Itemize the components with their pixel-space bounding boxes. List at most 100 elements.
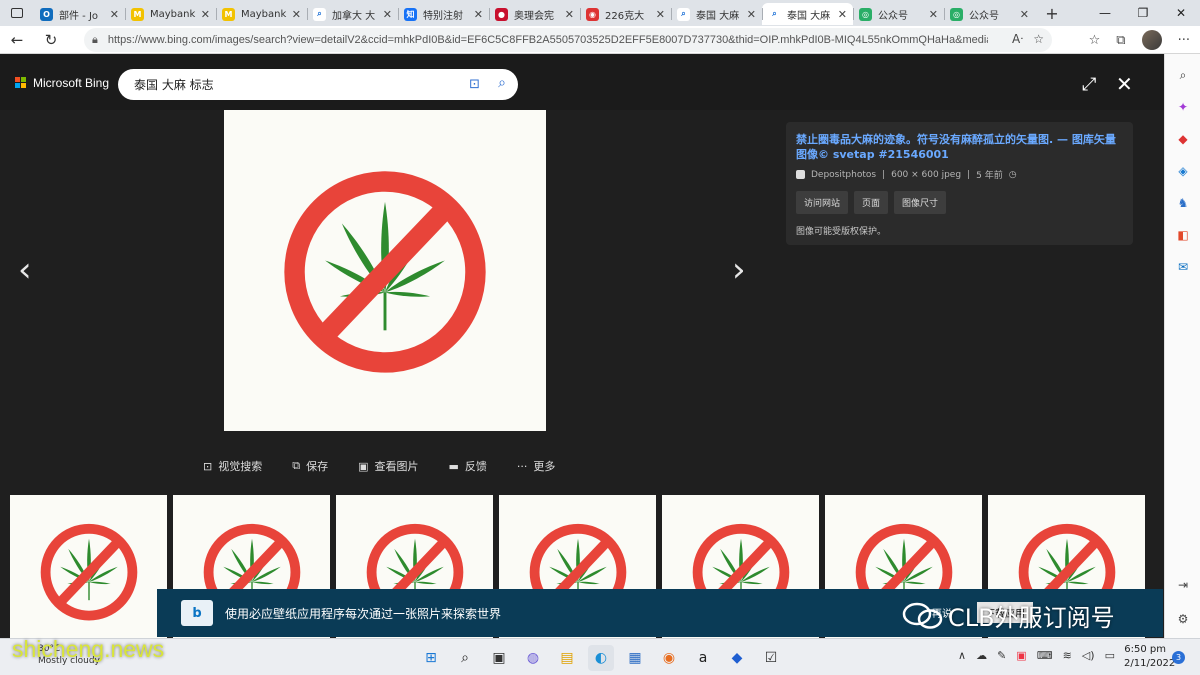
tab-close-icon[interactable]: ✕	[474, 8, 483, 21]
browser-tab[interactable]: ⌕ 加拿大 大 ✕	[307, 3, 398, 25]
volume-icon[interactable]: ◁)	[1082, 649, 1095, 662]
browser-tab[interactable]: 知特别注射 ✕	[398, 3, 489, 25]
view-image-icon: ▣	[358, 459, 369, 473]
sidebar-settings-icon[interactable]: ⚙	[1174, 610, 1192, 628]
start-icon[interactable]: ⊞	[418, 645, 444, 671]
restore-icon[interactable]: ❐	[1124, 0, 1162, 26]
url-text: https://www.bing.com/images/search?view=…	[107, 34, 988, 46]
sidebar-outlook-icon[interactable]: ✉	[1174, 258, 1192, 276]
tab-close-icon[interactable]: ✕	[656, 8, 665, 21]
favorite-star-icon[interactable]: ☆	[1033, 32, 1044, 46]
sidebar-hide-icon[interactable]: ⇥	[1174, 576, 1192, 594]
wechat-account-watermark: CLB外服订阅号	[902, 598, 1115, 633]
collections-icon[interactable]: ⧉	[1116, 33, 1125, 48]
search-icon[interactable]: ⌕	[498, 75, 506, 91]
browser-tab[interactable]: M Maybank ✕	[216, 3, 307, 25]
tab-close-icon[interactable]: ✕	[838, 8, 847, 21]
visit-site-button[interactable]: 访问网站	[796, 191, 849, 214]
notification-badge[interactable]: 3	[1172, 651, 1185, 664]
new-tab-button[interactable]: +	[1039, 4, 1065, 23]
next-image-arrow-icon[interactable]: ›	[732, 250, 746, 290]
view-image-action[interactable]: ▣ 查看图片	[358, 458, 418, 474]
tray-app-icon[interactable]: ▣	[1016, 649, 1026, 662]
close-viewer-icon[interactable]: ✕	[1116, 72, 1133, 96]
firefox-icon[interactable]: ◉	[656, 645, 682, 671]
wifi-icon[interactable]: ≋	[1063, 649, 1072, 662]
browser-tab[interactable]: ◎ 公众号 ✕	[944, 3, 1035, 25]
browser-tab[interactable]: ⌕ 泰国 大麻 ✕	[671, 3, 762, 25]
related-image-thumbnail[interactable]	[10, 495, 167, 638]
tray-onedrive-icon[interactable]: ☁	[976, 649, 987, 662]
taskbar-search-icon[interactable]: ⌕	[452, 645, 478, 671]
bing-logo[interactable]: Microsoft Bing	[15, 76, 109, 90]
visual-search-action[interactable]: ⊡ 视觉搜索	[203, 458, 262, 474]
main-image[interactable]	[224, 110, 546, 431]
sidebar-games-icon[interactable]: ♞	[1174, 194, 1192, 212]
more-action[interactable]: ··· 更多	[517, 458, 556, 474]
tab-close-icon[interactable]: ✕	[110, 8, 119, 21]
back-button[interactable]: ←	[0, 26, 34, 54]
favorites-icon[interactable]: ☆	[1089, 33, 1101, 48]
tab-close-icon[interactable]: ✕	[565, 8, 574, 21]
read-aloud-icon[interactable]: A͏ᐧ	[1012, 32, 1023, 46]
sidebar-office-icon[interactable]: ◧	[1174, 226, 1192, 244]
visual-search-icon: ⊡	[203, 459, 213, 473]
tab-close-icon[interactable]: ✕	[383, 8, 392, 21]
tray-chevron-icon[interactable]: ∧	[958, 649, 966, 662]
microsoft-store-icon[interactable]: ▦	[622, 645, 648, 671]
profile-avatar[interactable]	[1141, 30, 1162, 50]
site-watermark: shicheng.news	[12, 636, 165, 662]
tab-label: 特别注射	[423, 10, 463, 22]
bing-image-viewer: Microsoft Bing ⊡ ⌕ ⤢ ✕ ‹ › 禁止圈毒品大麻的迹象。符号…	[0, 54, 1164, 638]
sidebar-search-icon[interactable]: ⌕	[1174, 66, 1192, 84]
viewer-header: Microsoft Bing ⊡ ⌕ ⤢ ✕	[0, 54, 1164, 110]
browser-tab[interactable]: M Maybank ✕	[125, 3, 216, 25]
image-source[interactable]: Depositphotos	[811, 170, 876, 180]
sidebar-shopping-icon[interactable]: ◈	[1174, 162, 1192, 180]
visual-search-icon[interactable]: ⊡	[469, 77, 480, 92]
sidebar-discover-icon[interactable]: ✦	[1174, 98, 1192, 116]
more-menu-icon[interactable]: ···	[1178, 33, 1190, 48]
tab-actions-button[interactable]	[0, 0, 34, 26]
battery-icon[interactable]: ▭	[1105, 649, 1115, 662]
save-action[interactable]: ⧉ 保存	[292, 458, 328, 474]
lock-icon: 🔒︎	[92, 33, 98, 46]
file-explorer-icon[interactable]: ▤	[554, 645, 580, 671]
tab-list: O 部件 - Jo ✕ M Maybank ✕ M Maybank ✕ ⌕ 加拿大 大 ✕ 知特别注射 ✕…	[34, 1, 1035, 25]
teams-chat-icon[interactable]: ◍	[520, 645, 546, 671]
save-label: 保存	[306, 460, 329, 473]
tray-pen-icon[interactable]: ✎	[997, 649, 1006, 662]
system-tray: ∧ ☁ ✎ ▣ ⌨ ≋ ◁) ▭	[958, 649, 1115, 662]
system-clock[interactable]: 6:50 pm 2/11/2022	[1124, 643, 1175, 671]
task-app-icon[interactable]: ☑	[758, 645, 784, 671]
tab-close-icon[interactable]: ✕	[929, 8, 938, 21]
search-input[interactable]	[134, 77, 454, 92]
browser-tab[interactable]: ◎ 公众号 ✕	[853, 3, 944, 25]
browser-tab[interactable]: O 部件 - Jo ✕	[34, 3, 125, 25]
source-favicon-icon	[796, 170, 805, 179]
edge-browser-icon[interactable]: ◐	[588, 645, 614, 671]
tab-close-icon[interactable]: ✕	[747, 8, 756, 21]
browser-tab[interactable]: ⌕ 泰国 大麻 ✕	[762, 3, 853, 25]
image-title-link[interactable]: 禁止圈毒品大麻的迹象。符号没有麻醉孤立的矢量图. — 图库矢量图像© sveta…	[796, 132, 1126, 162]
tab-close-icon[interactable]: ✕	[292, 8, 301, 21]
feedback-action[interactable]: ▬ 反馈	[448, 458, 486, 474]
page-button[interactable]: 页面	[854, 191, 889, 214]
expand-icon[interactable]: ⤢	[1082, 74, 1096, 95]
browser-tab[interactable]: ● 奥理会宪 ✕	[489, 3, 580, 25]
tab-close-icon[interactable]: ✕	[1020, 8, 1029, 21]
minimize-icon[interactable]: —	[1086, 0, 1124, 26]
tray-keyboard-icon[interactable]: ⌨	[1037, 649, 1053, 662]
previous-image-arrow-icon[interactable]: ‹	[18, 250, 32, 290]
sidebar-tools-icon[interactable]: ◆	[1174, 130, 1192, 148]
task-view-icon[interactable]: ▣	[486, 645, 512, 671]
image-size-button[interactable]: 图像尺寸	[894, 191, 947, 214]
refresh-button[interactable]: ↻	[34, 26, 68, 54]
address-bar[interactable]: 🔒︎ https://www.bing.com/images/search?vi…	[84, 28, 1052, 52]
browser-tab[interactable]: ◉ 226克大 ✕	[580, 3, 671, 25]
amazon-icon[interactable]: a	[690, 645, 716, 671]
tab-close-icon[interactable]: ✕	[201, 8, 210, 21]
taskbar-apps: ⊞ ⌕ ▣ ◍ ▤ ◐ ▦ ◉ a ◆ ☑	[418, 645, 784, 671]
dropbox-icon[interactable]: ◆	[724, 645, 750, 671]
close-window-icon[interactable]: ✕	[1162, 0, 1200, 26]
